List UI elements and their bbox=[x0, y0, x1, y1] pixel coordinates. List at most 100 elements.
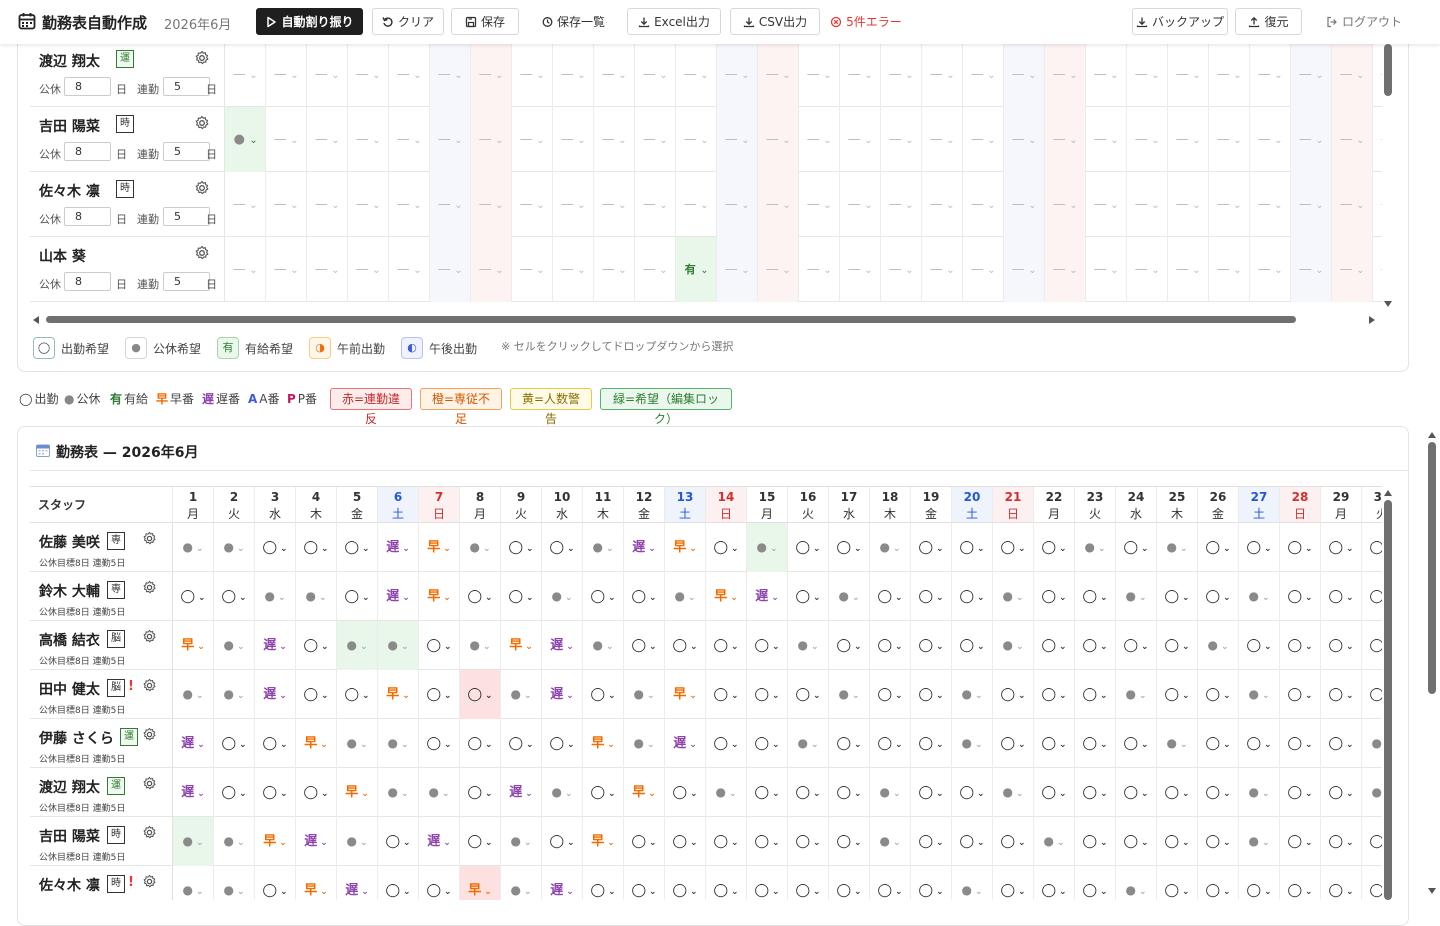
shift-cell[interactable]: ◯⌄ bbox=[1198, 523, 1239, 572]
shift-cell[interactable]: ◯⌄ bbox=[1362, 572, 1382, 621]
shift-cell[interactable]: ◯⌄ bbox=[665, 866, 706, 900]
pref-cell[interactable]: —⌄ bbox=[1332, 172, 1373, 237]
pref-cell[interactable]: —⌄ bbox=[348, 107, 389, 172]
pref-cell[interactable]: —⌄ bbox=[1086, 237, 1127, 302]
shift-cell[interactable]: ●⌄ bbox=[460, 523, 501, 572]
shift-cell[interactable]: ◯⌄ bbox=[296, 523, 337, 572]
shift-cell[interactable]: ◯⌄ bbox=[255, 523, 296, 572]
shift-cell[interactable]: ◯⌄ bbox=[911, 866, 952, 900]
shift-cell[interactable]: ◯⌄ bbox=[419, 866, 460, 900]
shift-cell[interactable]: ●⌄ bbox=[993, 768, 1034, 817]
shift-cell[interactable]: 早 ⌄ bbox=[419, 523, 460, 572]
pref-cell[interactable]: —⌄ bbox=[594, 44, 635, 107]
schedule-vertical-scrollbar[interactable] bbox=[1384, 500, 1392, 900]
pref-cell[interactable]: —⌄ bbox=[512, 107, 553, 172]
shift-cell[interactable]: ◯⌄ bbox=[747, 817, 788, 866]
shift-cell[interactable]: ◯⌄ bbox=[1198, 817, 1239, 866]
shift-cell[interactable]: ◯⌄ bbox=[788, 670, 829, 719]
pref-cell[interactable]: —⌄ bbox=[1127, 237, 1168, 302]
offday-input[interactable]: 8 bbox=[64, 77, 111, 96]
shift-cell[interactable]: ◯⌄ bbox=[665, 817, 706, 866]
gear-icon[interactable] bbox=[142, 776, 157, 791]
pref-cell[interactable]: —⌄ bbox=[1209, 172, 1250, 237]
pref-cell[interactable]: —⌄ bbox=[1004, 172, 1045, 237]
shift-cell[interactable]: ◯⌄ bbox=[993, 866, 1034, 900]
pref-cell[interactable]: —⌄ bbox=[922, 44, 963, 107]
pref-cell[interactable]: —⌄ bbox=[635, 237, 676, 302]
shift-cell[interactable]: ●⌄ bbox=[173, 523, 214, 572]
pref-cell[interactable]: —⌄ bbox=[512, 237, 553, 302]
shift-cell[interactable]: ◯⌄ bbox=[870, 866, 911, 900]
shift-cell[interactable]: ◯⌄ bbox=[255, 768, 296, 817]
shift-cell[interactable]: ◯⌄ bbox=[952, 817, 993, 866]
offday-input[interactable]: 8 bbox=[64, 142, 111, 161]
shift-cell[interactable]: ◯⌄ bbox=[952, 523, 993, 572]
gear-icon[interactable] bbox=[142, 629, 157, 644]
pref-cell[interactable]: —⌄ bbox=[717, 107, 758, 172]
shift-cell[interactable]: ●⌄ bbox=[214, 817, 255, 866]
shift-cell[interactable]: ◯⌄ bbox=[624, 572, 665, 621]
pref-cell[interactable]: —⌄ bbox=[799, 44, 840, 107]
offday-input[interactable]: 8 bbox=[64, 207, 111, 226]
shift-cell[interactable]: ◯⌄ bbox=[1362, 866, 1382, 900]
shift-cell[interactable]: ●⌄ bbox=[1362, 768, 1382, 817]
shift-cell[interactable]: ●⌄ bbox=[870, 768, 911, 817]
shift-cell[interactable]: ●⌄ bbox=[747, 523, 788, 572]
shift-cell[interactable]: ●⌄ bbox=[1116, 866, 1157, 900]
pref-cell[interactable]: —⌄ bbox=[717, 44, 758, 107]
shift-cell[interactable]: ●⌄ bbox=[542, 768, 583, 817]
shift-cell[interactable]: ◯⌄ bbox=[378, 866, 419, 900]
shift-cell[interactable]: ◯⌄ bbox=[255, 719, 296, 768]
pref-cell[interactable]: —⌄ bbox=[758, 237, 799, 302]
shift-cell[interactable]: 遅 ⌄ bbox=[542, 866, 583, 900]
shift-cell[interactable]: ●⌄ bbox=[542, 572, 583, 621]
shift-cell[interactable]: ●⌄ bbox=[665, 572, 706, 621]
pref-cell[interactable]: —⌄ bbox=[1250, 44, 1291, 107]
shift-cell[interactable]: ◯⌄ bbox=[788, 523, 829, 572]
scroll-right-arrow-icon[interactable] bbox=[1368, 315, 1376, 325]
pref-cell[interactable]: —⌄ bbox=[1250, 237, 1291, 302]
pref-cell[interactable]: —⌄ bbox=[1332, 237, 1373, 302]
clear-button[interactable]: クリア bbox=[372, 8, 444, 35]
shift-cell[interactable]: ◯⌄ bbox=[1280, 768, 1321, 817]
pref-cell[interactable]: —⌄ bbox=[676, 172, 717, 237]
shift-cell[interactable]: 早 ⌄ bbox=[460, 866, 501, 900]
shift-cell[interactable]: ●⌄ bbox=[501, 817, 542, 866]
shift-cell[interactable]: ◯⌄ bbox=[296, 621, 337, 670]
shift-cell[interactable]: ●⌄ bbox=[214, 621, 255, 670]
pref-cell[interactable]: —⌄ bbox=[963, 107, 1004, 172]
pref-cell[interactable]: —⌄ bbox=[1373, 44, 1382, 107]
shift-cell[interactable]: ◯⌄ bbox=[911, 817, 952, 866]
shift-cell[interactable]: ◯⌄ bbox=[214, 572, 255, 621]
shift-cell[interactable]: ◯⌄ bbox=[337, 670, 378, 719]
shift-cell[interactable]: 遅 ⌄ bbox=[378, 572, 419, 621]
shift-cell[interactable]: ●⌄ bbox=[1239, 670, 1280, 719]
shift-cell[interactable]: ◯⌄ bbox=[624, 817, 665, 866]
shift-cell[interactable]: ◯⌄ bbox=[1362, 621, 1382, 670]
shift-cell[interactable]: 遅 ⌄ bbox=[173, 719, 214, 768]
pref-cell[interactable]: —⌄ bbox=[1086, 44, 1127, 107]
pref-cell[interactable]: —⌄ bbox=[1168, 237, 1209, 302]
pref-cell[interactable]: —⌄ bbox=[1209, 107, 1250, 172]
shift-cell[interactable]: ◯⌄ bbox=[788, 866, 829, 900]
shift-cell[interactable]: ●⌄ bbox=[829, 670, 870, 719]
shift-cell[interactable]: ◯⌄ bbox=[911, 719, 952, 768]
shift-cell[interactable]: ◯⌄ bbox=[665, 768, 706, 817]
shift-cell[interactable]: ●⌄ bbox=[1239, 817, 1280, 866]
shift-cell[interactable]: ◯⌄ bbox=[870, 572, 911, 621]
consec-input[interactable]: 5 bbox=[163, 77, 210, 96]
shift-cell[interactable]: ◯⌄ bbox=[173, 572, 214, 621]
excel-export-button[interactable]: Excel出力 bbox=[627, 8, 721, 35]
gear-icon[interactable] bbox=[142, 874, 157, 889]
pref-cell[interactable]: —⌄ bbox=[594, 107, 635, 172]
shift-cell[interactable]: ◯⌄ bbox=[1321, 621, 1362, 670]
shift-cell[interactable]: ●⌄ bbox=[1239, 768, 1280, 817]
shift-cell[interactable]: ◯⌄ bbox=[1280, 670, 1321, 719]
scroll-left-arrow-icon[interactable] bbox=[32, 315, 40, 325]
pref-cell[interactable]: —⌄ bbox=[922, 237, 963, 302]
shift-cell[interactable]: ◯⌄ bbox=[1321, 670, 1362, 719]
shift-cell[interactable]: ◯⌄ bbox=[747, 768, 788, 817]
shift-cell[interactable]: ◯⌄ bbox=[1034, 621, 1075, 670]
shift-cell[interactable]: 早 ⌄ bbox=[296, 866, 337, 900]
shift-cell[interactable]: ◯⌄ bbox=[1239, 866, 1280, 900]
